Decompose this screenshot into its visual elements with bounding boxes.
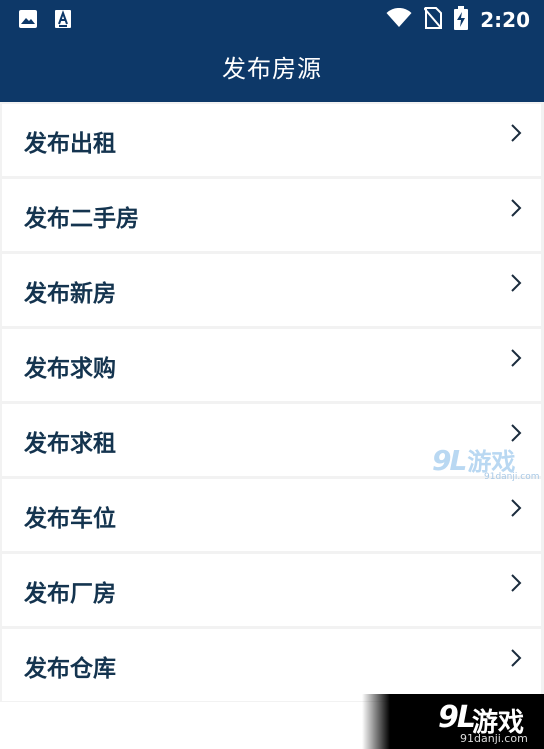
watermark-logo-mark: 9L: [432, 444, 467, 477]
menu-item-rent[interactable]: 发布出租: [2, 104, 541, 176]
menu-item-label: 发布车位: [24, 506, 116, 532]
chevron-right-icon: [511, 274, 522, 292]
image-icon: [18, 9, 38, 33]
menu-item-label: 发布求购: [24, 356, 116, 382]
chevron-right-icon: [511, 124, 522, 142]
status-time: 2:20: [480, 8, 530, 32]
menu-item-new-house[interactable]: 发布新房: [2, 254, 541, 326]
watermark-corner: 9L 游戏 91danji.com: [362, 694, 544, 749]
chevron-right-icon: [511, 424, 522, 442]
app-bar: 发布房源: [0, 38, 544, 102]
menu-item-parking[interactable]: 发布车位: [2, 479, 541, 551]
no-sim-icon: [423, 7, 444, 33]
watermark-site: 91danji.com: [460, 732, 528, 745]
chevron-right-icon: [511, 574, 522, 592]
chevron-right-icon: [511, 349, 522, 367]
menu-item-second-hand[interactable]: 发布二手房: [2, 179, 541, 251]
watermark-center: 9L游戏 91danji.com: [432, 442, 539, 482]
menu-item-label: 发布新房: [24, 281, 116, 307]
menu-item-label: 发布二手房: [24, 206, 139, 232]
menu-item-want-buy[interactable]: 发布求购: [2, 329, 541, 401]
wifi-icon: [386, 7, 412, 32]
battery-charging-icon: [454, 6, 469, 34]
publish-menu-list: 发布出租 发布二手房 发布新房 发布求购 发布求租 发布车位 发布厂房 发布仓库: [2, 104, 541, 704]
text-a-icon: [54, 9, 72, 33]
watermark-site: 91danji.com: [484, 472, 540, 482]
menu-item-label: 发布仓库: [24, 656, 116, 682]
watermark-logo-mark: 9L: [438, 700, 476, 735]
menu-item-label: 发布厂房: [24, 581, 116, 607]
page-title: 发布房源: [222, 55, 322, 83]
menu-item-warehouse[interactable]: 发布仓库: [2, 629, 541, 701]
menu-item-label: 发布求租: [24, 431, 116, 457]
chevron-right-icon: [511, 649, 522, 667]
menu-item-label: 发布出租: [24, 131, 116, 157]
status-bar: 2:20: [0, 0, 544, 38]
menu-item-factory[interactable]: 发布厂房: [2, 554, 541, 626]
chevron-right-icon: [511, 499, 522, 517]
chevron-right-icon: [511, 199, 522, 217]
